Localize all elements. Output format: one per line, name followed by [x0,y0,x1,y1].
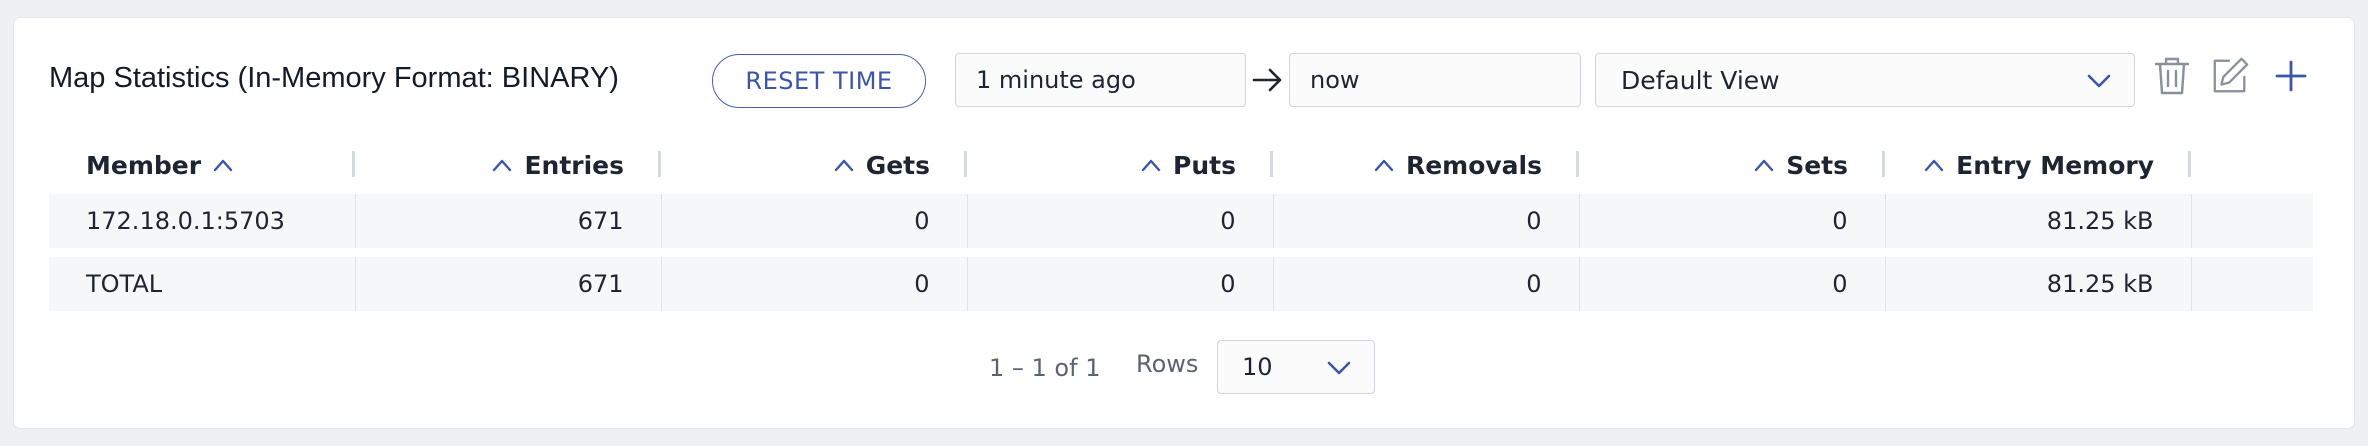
chevron-down-icon [2087,74,2111,88]
cell-spacer [2191,257,2313,311]
cell-puts: 0 [967,194,1274,248]
time-to-input[interactable]: now [1289,53,1581,107]
panel-title: Map Statistics (In-Memory Format: BINARY… [49,62,619,94]
row-gap [49,248,2313,257]
sort-up-icon [493,159,512,172]
sort-up-icon [1924,159,1944,172]
column-header-label: Sets [1786,150,1848,180]
column-header-sets[interactable]: Sets [1579,136,1885,194]
cell-entries: 671 [355,257,662,311]
sort-up-icon [1755,159,1774,172]
cell-puts: 0 [967,257,1274,311]
edit-button[interactable] [2210,54,2250,98]
column-header-label: Removals [1405,150,1542,180]
column-header-entry-memory[interactable]: Entry Memory [1885,136,2191,194]
table-header-row: Member Entries Gets Puts Removals Sets E… [49,136,2313,194]
sort-up-icon [834,159,853,172]
plus-icon [2275,60,2307,92]
time-from-input[interactable]: 1 minute ago [955,53,1246,107]
cell-removals: 0 [1273,257,1580,311]
view-select-value: Default View [1621,65,1780,95]
column-header-label: Entries [524,150,624,180]
column-header-entries[interactable]: Entries [355,136,661,194]
add-button[interactable] [2271,54,2311,98]
arrow-right-icon [1252,68,1282,92]
stats-table: Member Entries Gets Puts Removals Sets E… [49,136,2313,311]
delete-button[interactable] [2152,54,2192,98]
cell-removals: 0 [1273,194,1580,248]
rows-per-page-value: 10 [1242,353,1273,381]
pagination-range: 1 – 1 of 1 [989,354,1101,382]
cell-gets: 0 [661,257,968,311]
cell-member: 172.18.0.1:5703 [49,194,356,248]
column-header-gets[interactable]: Gets [661,136,967,194]
chevron-down-icon [1327,361,1351,375]
column-header-member[interactable]: Member [49,136,355,194]
rows-per-page-label: Rows [1136,350,1199,378]
column-header-puts[interactable]: Puts [967,136,1273,194]
cell-gets: 0 [661,194,968,248]
column-header-spacer [2191,136,2313,194]
column-header-label: Entry Memory [1956,150,2154,180]
sort-up-icon [1374,159,1394,172]
table-row[interactable]: 172.18.0.1:5703 671 0 0 0 0 81.25 kB [49,194,2313,248]
column-header-label: Member [86,150,202,180]
column-header-label: Puts [1173,150,1236,180]
cell-spacer [2191,194,2313,248]
sort-up-icon [213,159,233,172]
cell-entry-memory: 81.25 kB [1885,194,2192,248]
cell-member: TOTAL [49,257,356,311]
cell-entry-memory: 81.25 kB [1885,257,2192,311]
view-select[interactable]: Default View [1595,53,2135,107]
rows-per-page-select[interactable]: 10 [1217,340,1375,394]
sort-up-icon [1141,159,1161,172]
edit-icon [2213,57,2249,93]
cell-sets: 0 [1579,257,1886,311]
cell-sets: 0 [1579,194,1886,248]
column-header-label: Gets [865,150,930,180]
reset-time-button[interactable]: RESET TIME [712,54,926,108]
trash-icon [2154,57,2190,95]
cell-entries: 671 [355,194,662,248]
table-row[interactable]: TOTAL 671 0 0 0 0 81.25 kB [49,257,2313,311]
column-header-removals[interactable]: Removals [1273,136,1579,194]
